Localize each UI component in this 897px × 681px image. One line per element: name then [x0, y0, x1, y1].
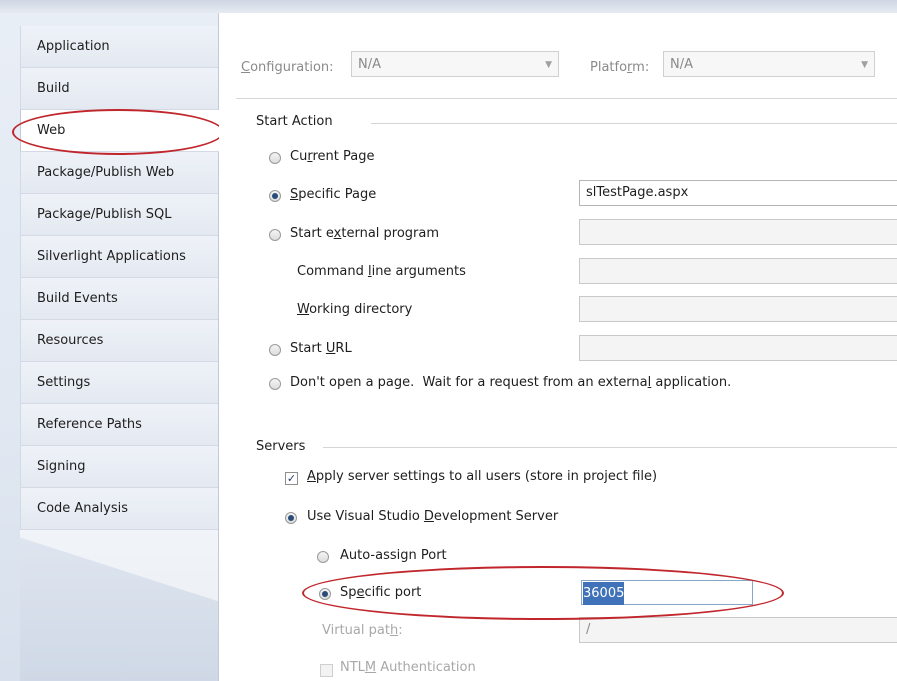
web-properties-panel: Configuration: N/A ▼ Platform: N/A ▼ Sta…: [219, 13, 897, 681]
sidebar-item-package-publish-web[interactable]: Package/Publish Web: [20, 152, 218, 194]
property-page-sidebar: Application Build Web Package/Publish We…: [0, 0, 897, 681]
sidebar-item-silverlight-applications[interactable]: Silverlight Applications: [20, 236, 218, 278]
auto-assign-port-label[interactable]: Auto-assign Port: [340, 548, 447, 563]
ntlm-auth-label: NTLM Authentication: [340, 660, 476, 675]
apply-all-users-checkbox[interactable]: ✓: [285, 472, 298, 485]
top-border: [0, 0, 897, 13]
chevron-down-icon: ▼: [545, 60, 552, 70]
specific-page-value: slTestPage.aspx: [586, 185, 689, 200]
use-vs-dev-server-radio[interactable]: [285, 512, 297, 524]
virtual-path-value: /: [586, 622, 591, 637]
dont-open-page-label[interactable]: Don't open a page. Wait for a request fr…: [290, 375, 731, 390]
configuration-label: Configuration:: [241, 60, 334, 75]
sidebar-item-settings[interactable]: Settings: [20, 362, 218, 404]
start-action-heading: Start Action: [256, 114, 333, 129]
sidebar-item-label: Reference Paths: [37, 417, 142, 432]
dont-open-page-radio[interactable]: [269, 378, 281, 390]
auto-assign-port-radio[interactable]: [317, 551, 329, 563]
sidebar-item-label: Code Analysis: [37, 501, 128, 516]
configuration-dropdown[interactable]: N/A ▼: [351, 51, 559, 77]
config-separator: [236, 98, 897, 99]
sidebar-item-label: Build Events: [37, 291, 118, 306]
use-vs-dev-server-label[interactable]: Use Visual Studio Development Server: [307, 509, 558, 524]
sidebar-item-label: Settings: [37, 375, 91, 390]
sidebar-item-label: Package/Publish SQL: [37, 207, 172, 222]
start-url-input: [579, 335, 897, 361]
platform-dropdown[interactable]: N/A ▼: [663, 51, 875, 77]
sidebar-tab-list: Application Build Web Package/Publish We…: [20, 26, 219, 530]
chevron-down-icon: ▼: [861, 60, 868, 70]
apply-all-users-label[interactable]: Apply server settings to all users (stor…: [307, 469, 657, 484]
sidebar-item-reference-paths[interactable]: Reference Paths: [20, 404, 218, 446]
platform-label: Platform:: [590, 60, 650, 75]
servers-heading: Servers: [256, 439, 306, 454]
specific-port-input[interactable]: 36005: [581, 580, 753, 605]
specific-page-radio[interactable]: [269, 190, 281, 202]
start-external-program-radio[interactable]: [269, 229, 281, 241]
sidebar-item-package-publish-sql[interactable]: Package/Publish SQL: [20, 194, 218, 236]
start-url-radio[interactable]: [269, 344, 281, 356]
specific-port-label[interactable]: Specific port: [340, 585, 421, 600]
sidebar-item-code-analysis[interactable]: Code Analysis: [20, 488, 218, 530]
sidebar-item-application[interactable]: Application: [20, 26, 218, 68]
sidebar-item-label: Build: [37, 81, 70, 96]
command-line-arguments-input: [579, 258, 897, 284]
current-page-radio[interactable]: [269, 152, 281, 164]
configuration-value: N/A: [358, 57, 381, 72]
configuration-bar: Configuration: N/A ▼ Platform: N/A ▼: [219, 13, 897, 101]
platform-value: N/A: [670, 57, 693, 72]
sidebar-item-build-events[interactable]: Build Events: [20, 278, 218, 320]
sidebar-item-signing[interactable]: Signing: [20, 446, 218, 488]
specific-port-radio[interactable]: [319, 588, 331, 600]
working-directory-label: Working directory: [297, 302, 413, 317]
sidebar-item-label: Package/Publish Web: [37, 165, 175, 180]
sidebar-item-resources[interactable]: Resources: [20, 320, 218, 362]
sidebar-item-label: Web: [37, 123, 66, 138]
external-program-input: [579, 219, 897, 245]
working-directory-input: [579, 296, 897, 322]
sidebar-item-label: Signing: [37, 459, 86, 474]
specific-page-input[interactable]: slTestPage.aspx: [579, 180, 897, 206]
servers-divider: [323, 447, 897, 448]
sidebar-decorative-tail: [20, 530, 218, 681]
sidebar-item-build[interactable]: Build: [20, 68, 218, 110]
sidebar-item-web[interactable]: Web: [20, 110, 219, 152]
start-action-divider: [371, 123, 897, 124]
ntlm-auth-checkbox: [320, 664, 333, 677]
sidebar-item-label: Resources: [37, 333, 104, 348]
sidebar-item-label: Silverlight Applications: [37, 249, 186, 264]
specific-page-label[interactable]: Specific Page: [290, 187, 376, 202]
virtual-path-input: /: [579, 617, 897, 643]
virtual-path-label: Virtual path:: [322, 623, 403, 638]
start-url-label[interactable]: Start URL: [290, 341, 352, 356]
sidebar-item-label: Application: [37, 39, 110, 54]
command-line-arguments-label: Command line arguments: [297, 264, 466, 279]
current-page-label[interactable]: Current Page: [290, 149, 374, 164]
start-external-program-label[interactable]: Start external program: [290, 226, 439, 241]
specific-port-value: 36005: [583, 582, 625, 605]
